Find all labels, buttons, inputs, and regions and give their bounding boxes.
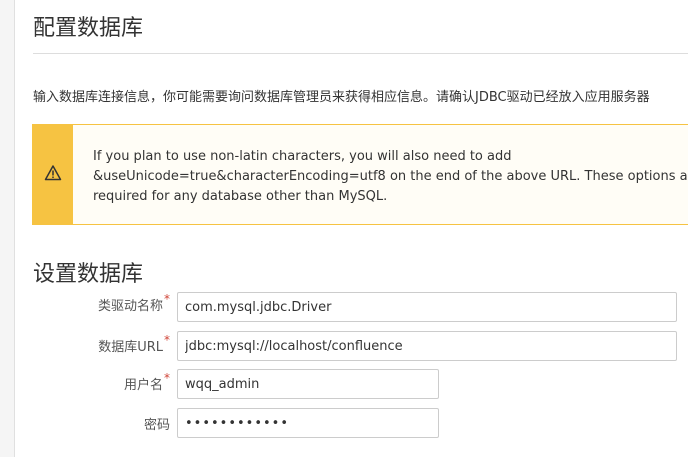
username-input[interactable]	[177, 369, 439, 399]
warning-accent-bar	[32, 124, 73, 225]
required-mark: *	[164, 292, 170, 306]
driver-class-label: 类驱动名称*	[0, 292, 170, 314]
driver-class-input[interactable]	[177, 292, 677, 322]
db-url-input[interactable]	[177, 331, 677, 361]
password-label-text: 密码	[143, 418, 170, 433]
page: 配置数据库 输入数据库连接信息，你可能需要询问数据库管理员来获得相应信息。请确认…	[0, 0, 688, 457]
required-mark: *	[164, 333, 170, 347]
password-input[interactable]	[177, 408, 439, 438]
section-title: 设置数据库	[33, 262, 144, 287]
required-mark: *	[164, 371, 170, 385]
intro-text: 输入数据库连接信息，你可能需要询问数据库管理员来获得相应信息。请确认JDBC驱动…	[33, 90, 650, 105]
title-divider	[33, 53, 688, 54]
driver-class-label-text: 类驱动名称	[97, 299, 163, 314]
username-label: 用户名*	[0, 371, 170, 393]
warning-message: If you plan to use non-latin characters,…	[32, 124, 688, 225]
password-label: 密码	[0, 414, 170, 433]
warning-line: required for any database other than MyS…	[93, 189, 388, 204]
warning-line: &useUnicode=true&characterEncoding=utf8 …	[93, 169, 688, 184]
db-url-label: 数据库URL*	[0, 333, 170, 355]
warning-line: If you plan to use non-latin characters,…	[93, 149, 512, 164]
username-label-text: 用户名	[123, 378, 163, 393]
warning-icon	[44, 165, 62, 181]
db-url-label-text: 数据库URL	[98, 340, 163, 355]
warning-text: If you plan to use non-latin characters,…	[93, 147, 688, 207]
page-title: 配置数据库	[33, 16, 144, 41]
